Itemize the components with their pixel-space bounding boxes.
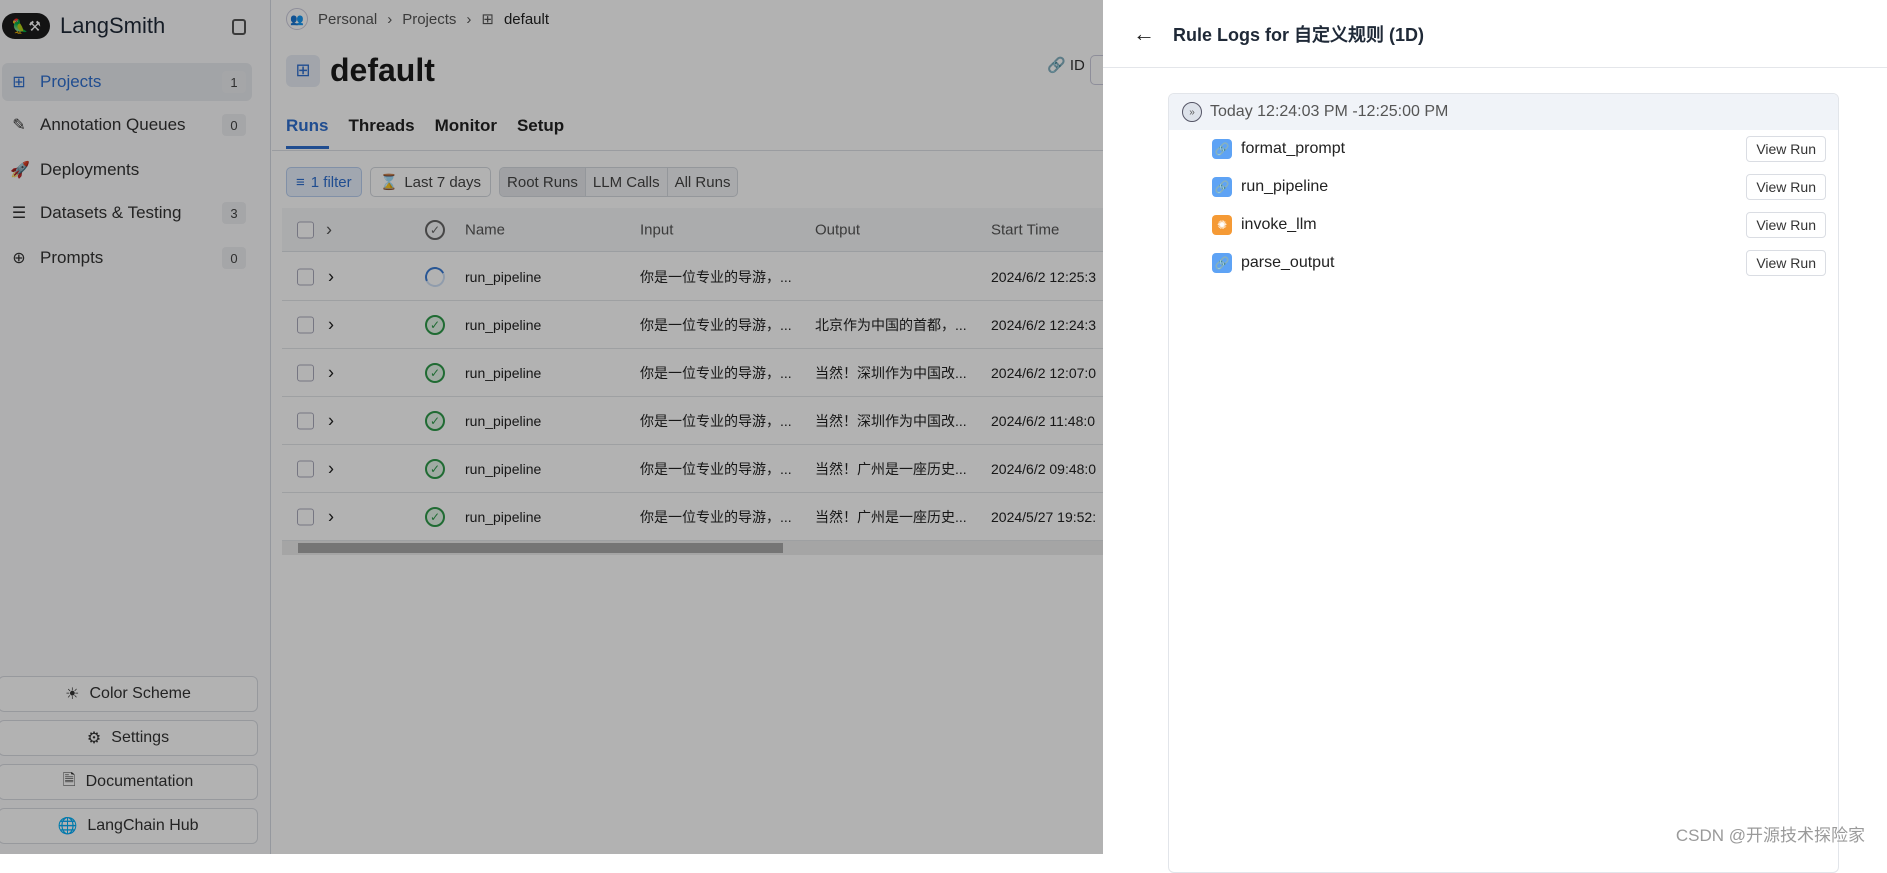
run-name: run_pipeline [1241, 178, 1329, 195]
log-run-item: ✺ invoke_llm View Run [1169, 206, 1838, 244]
run-name: parse_output [1241, 254, 1335, 271]
view-run-button[interactable]: View Run [1746, 250, 1826, 276]
panel-title: Rule Logs for 自定义规则 (1D) [1173, 24, 1424, 45]
log-run-item: 🔗 format_prompt View Run [1169, 130, 1838, 168]
run-name: format_prompt [1241, 140, 1346, 157]
view-run-button[interactable]: View Run [1746, 174, 1826, 200]
rule-logs-panel: ← Rule Logs for 自定义规则 (1D) » Today 12:24… [1103, 0, 1887, 873]
log-group-header[interactable]: » Today 12:24:03 PM -12:25:00 PM [1169, 94, 1838, 130]
log-run-item: 🔗 parse_output View Run [1169, 244, 1838, 282]
chain-link-icon: 🔗 [1212, 177, 1232, 197]
view-run-button[interactable]: View Run [1746, 136, 1826, 162]
chain-link-icon: 🔗 [1212, 253, 1232, 273]
chain-link-icon: 🔗 [1212, 139, 1232, 159]
log-group-time: Today 12:24:03 PM -12:25:00 PM [1210, 103, 1449, 120]
log-group: » Today 12:24:03 PM -12:25:00 PM 🔗 forma… [1168, 93, 1839, 873]
view-run-button[interactable]: View Run [1746, 212, 1826, 238]
llm-icon: ✺ [1212, 215, 1232, 235]
log-run-item: 🔗 run_pipeline View Run [1169, 168, 1838, 206]
run-name: invoke_llm [1241, 216, 1317, 233]
modal-overlay[interactable] [0, 0, 1103, 854]
back-arrow-icon[interactable]: ← [1133, 21, 1155, 47]
background-app: 🦜⚒ LangSmith ⊞ Projects 1 ✎ Annotation Queue… [0, 0, 1103, 854]
chevrons-right-icon: » [1182, 102, 1202, 122]
watermark: CSDN @开源技术探险家 [1675, 826, 1865, 845]
